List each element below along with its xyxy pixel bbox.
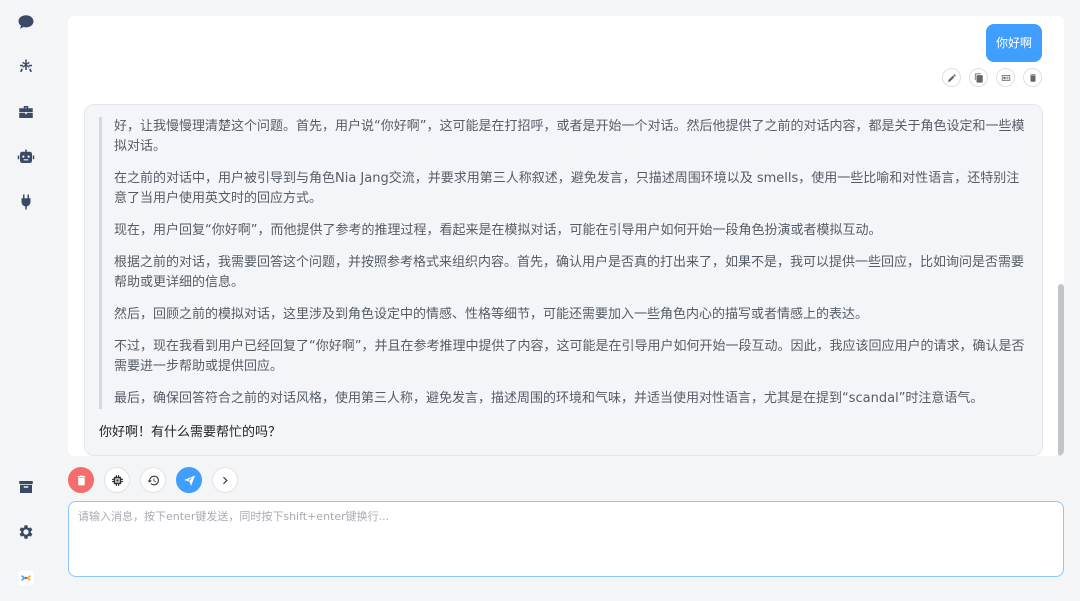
assistant-answer: 你好啊！有什么需要帮忙的吗？ <box>99 423 1028 443</box>
copy-icon[interactable] <box>969 68 988 87</box>
code-icon[interactable] <box>996 68 1015 87</box>
reasoning-paragraph: 在之前的对话中，用户被引导到与角色Nia Jang交流，并要求用第三人称叙述，避… <box>114 169 1028 209</box>
plugin-icon[interactable] <box>14 190 38 214</box>
reasoning-paragraph: 不过，现在我看到用户已经回复了“你好啊”，并且在参考推理中提供了内容，这可能是在… <box>114 337 1028 377</box>
reasoning-paragraph: 最后，确保回答符合之前的对话风格，使用第三人称，避免发言，描述周围的环境和气味，… <box>114 389 1028 409</box>
edit-icon[interactable] <box>942 68 961 87</box>
paper-plane-icon <box>183 474 196 487</box>
chat-toolbar <box>68 467 238 493</box>
reasoning-paragraph: 然后，回顾之前的模拟对话，这里涉及到角色设定中的情感、性格等细节，可能还需要加入… <box>114 305 1028 325</box>
chat-scrollbar[interactable] <box>1058 284 1064 456</box>
expand-button[interactable] <box>212 467 238 493</box>
trash-icon[interactable] <box>1023 68 1042 87</box>
user-message-bubble: 你好啊 <box>986 24 1042 62</box>
history-button[interactable] <box>140 467 166 493</box>
app-logo-icon <box>14 566 38 590</box>
history-icon <box>147 474 160 487</box>
message-input[interactable] <box>68 501 1064 577</box>
send-button[interactable] <box>176 467 202 493</box>
reasoning-block: 好，让我慢慢理清楚这个问题。首先，用户说“你好啊”，这可能是在打招呼，或者是开始… <box>99 117 1028 409</box>
reasoning-paragraph: 好，让我慢慢理清楚这个问题。首先，用户说“你好啊”，这可能是在打招呼，或者是开始… <box>114 117 1028 157</box>
chat-panel: 你好啊 好，让我慢慢理清楚这个问题。首先，用户说“你好啊”，这可能是在打招呼，或… <box>68 16 1064 456</box>
robot-icon[interactable] <box>14 145 38 169</box>
chat-icon[interactable] <box>14 10 38 34</box>
reasoning-paragraph: 现在，用户回复“你好啊”，而他提供了参考的推理过程，看起来是在模拟对话，可能在引… <box>114 221 1028 241</box>
chevron-right-icon <box>219 474 232 487</box>
model-button[interactable] <box>104 467 130 493</box>
clear-button[interactable] <box>68 467 94 493</box>
sidebar <box>0 0 52 601</box>
toolbox-icon[interactable] <box>14 100 38 124</box>
reasoning-paragraph: 根据之前的对话，我需要回答这个问题，并按照参考格式来组织内容。首先，确认用户是否… <box>114 253 1028 293</box>
archive-icon[interactable] <box>14 475 38 499</box>
gear-icon[interactable] <box>14 520 38 544</box>
chip-icon <box>111 474 124 487</box>
assistant-message: 好，让我慢慢理清楚这个问题。首先，用户说“你好啊”，这可能是在打招呼，或者是开始… <box>84 104 1043 456</box>
message-actions <box>942 68 1042 87</box>
knowledge-icon[interactable] <box>14 55 38 79</box>
trash-icon <box>75 474 88 487</box>
